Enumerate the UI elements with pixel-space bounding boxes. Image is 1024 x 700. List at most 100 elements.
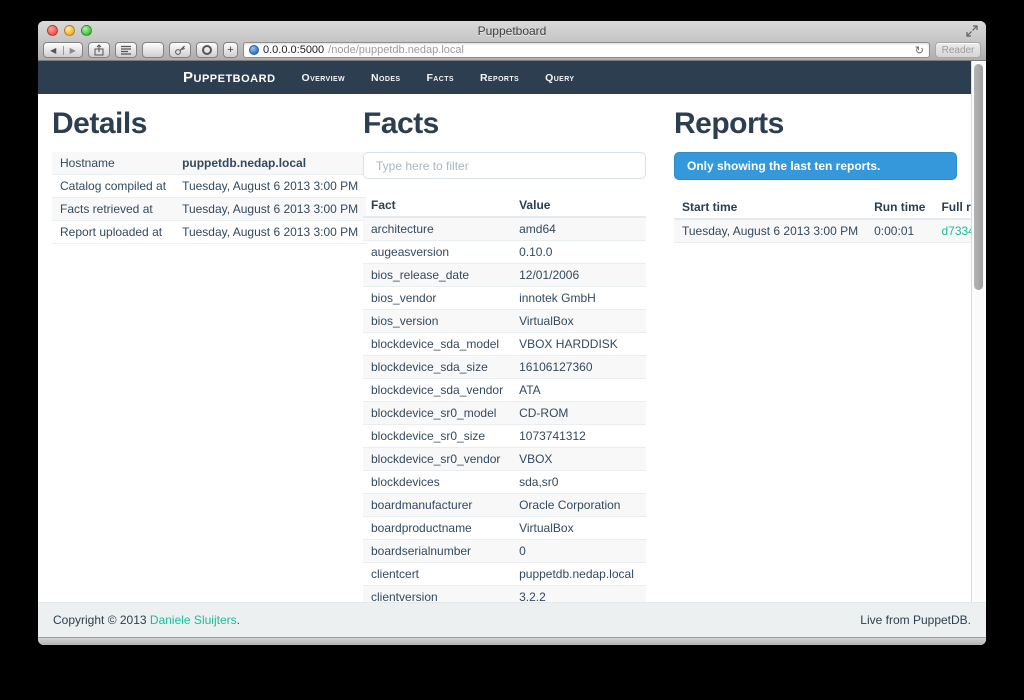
table-cell: VirtualBox [511,310,646,333]
table-cell: blockdevices [363,471,511,494]
circle-extension-button[interactable] [196,42,218,58]
table-cell: innotek GmbH [511,287,646,310]
table-cell: blockdevice_sda_vendor [363,379,511,402]
reports-alert: Only showing the last ten reports. [674,152,957,180]
table-cell: Oracle Corporation [511,494,646,517]
facts-filter-input[interactable] [363,152,646,179]
table-cell: puppetdb.nedap.local [174,152,366,175]
table-cell: bios_vendor [363,287,511,310]
details-heading: Details [52,107,335,141]
details-table: Hostnamepuppetdb.nedap.localCatalog comp… [52,152,366,244]
traffic-lights [47,25,92,36]
table-cell: blockdevice_sda_model [363,333,511,356]
list-lines-icon [120,45,132,55]
reports-section: Reports Only showing the last ten report… [660,94,971,602]
table-row: Tuesday, August 6 2013 3:00 PM0:00:01 d73… [674,219,972,243]
table-cell: blockdevice_sr0_model [363,402,511,425]
table-row: blockdevice_sr0_modelCD-ROM [363,402,646,425]
table-cell: Facts retrieved at [52,198,174,221]
new-tab-button[interactable]: + [223,42,238,58]
table-cell: puppetdb.nedap.local [511,563,646,586]
password-extension-button[interactable] [169,42,191,58]
table-row: architectureamd64 [363,217,646,241]
table-row: boardserialnumber0 [363,540,646,563]
ring-icon [201,44,213,56]
nav-item-facts[interactable]: Facts [426,72,453,84]
window-title: Puppetboard [478,24,547,38]
scrollbar-thumb[interactable] [974,64,983,290]
table-row: blockdevice_sda_size16106127360 [363,356,646,379]
nav-item-query[interactable]: Query [545,72,574,84]
reports-col-full: Full report [933,196,972,219]
nav-item-nodes[interactable]: Nodes [371,72,400,84]
fullscreen-icon[interactable] [966,25,978,37]
navbar-brand[interactable]: Puppetboard [183,69,276,86]
minimize-window-button[interactable] [64,25,75,36]
back-icon[interactable]: ◀ [44,46,63,55]
share-icon [93,44,105,56]
reading-list-button[interactable] [115,42,137,58]
copyright-prefix: Copyright © 2013 [53,613,150,627]
window-titlebar: Puppetboard [38,21,986,40]
table-row: bios_release_date12/01/2006 [363,264,646,287]
table-cell: Catalog compiled at [52,175,174,198]
table-row: blockdevice_sda_modelVBOX HARDDISK [363,333,646,356]
table-cell: Tuesday, August 6 2013 3:00 PM [674,219,866,243]
table-cell: bios_version [363,310,511,333]
blank-extension-button[interactable] [142,42,164,58]
table-row: Hostnamepuppetdb.nedap.local [52,152,366,175]
author-link[interactable]: Daniele Sluijters [150,613,237,627]
nav-item-reports[interactable]: Reports [480,72,519,84]
table-cell: blockdevice_sr0_vendor [363,448,511,471]
table-row: boardmanufacturerOracle Corporation [363,494,646,517]
table-cell: Report uploaded at [52,221,174,244]
zoom-window-button[interactable] [81,25,92,36]
nav-item-overview[interactable]: Overview [302,72,346,84]
table-cell: augeasversion [363,241,511,264]
table-cell: VBOX [511,448,646,471]
table-row: bios_versionVirtualBox [363,310,646,333]
table-cell: 0 [511,540,646,563]
table-row: blockdevice_sr0_size1073741312 [363,425,646,448]
table-cell: clientversion [363,586,511,603]
table-cell: sda,sr0 [511,471,646,494]
share-button[interactable] [88,42,110,58]
table-cell: boardmanufacturer [363,494,511,517]
copyright-suffix: . [237,613,240,627]
address-bar[interactable]: 0.0.0.0:5000 /node/puppetdb.nedap.local … [243,42,930,58]
main-content: Details Hostnamepuppetdb.nedap.localCata… [38,94,972,602]
table-row: bios_vendorinnotek GmbH [363,287,646,310]
forward-icon[interactable]: ▶ [63,46,83,55]
table-cell: VirtualBox [511,517,646,540]
app-navbar: Puppetboard Overview Nodes Facts Reports… [38,61,972,94]
window-bottom-bar [38,637,986,645]
table-cell: blockdevice_sr0_size [363,425,511,448]
close-window-button[interactable] [47,25,58,36]
report-hash-link[interactable]: d7334a... [941,224,972,238]
table-row: blockdevice_sda_vendorATA [363,379,646,402]
table-row: blockdevicessda,sr0 [363,471,646,494]
table-cell: 16106127360 [511,356,646,379]
refresh-icon[interactable]: ↻ [915,44,924,57]
table-cell: Tuesday, August 6 2013 3:00 PM [174,175,366,198]
table-cell: Hostname [52,152,174,175]
table-cell: amd64 [511,217,646,241]
reports-col-start: Start time [674,196,866,219]
table-cell: 0.10.0 [511,241,646,264]
copyright-text: Copyright © 2013 Daniele Sluijters. [53,613,240,627]
table-cell: 12/01/2006 [511,264,646,287]
browser-toolbar: ◀ ▶ + 0.0.0. [38,40,986,61]
table-cell: 0:00:01 [866,219,933,243]
table-row: Report uploaded atTuesday, August 6 2013… [52,221,366,244]
table-cell: ATA [511,379,646,402]
table-row: Catalog compiled atTuesday, August 6 201… [52,175,366,198]
table-cell: Tuesday, August 6 2013 3:00 PM [174,198,366,221]
back-forward-buttons[interactable]: ◀ ▶ [43,42,83,58]
scrollbar-track[interactable] [971,61,984,602]
reader-button[interactable]: Reader [935,42,981,58]
table-cell: Tuesday, August 6 2013 3:00 PM [174,221,366,244]
table-cell: CD-ROM [511,402,646,425]
table-row: boardproductnameVirtualBox [363,517,646,540]
table-cell: 1073741312 [511,425,646,448]
live-from-text: Live from PuppetDB. [860,613,971,627]
